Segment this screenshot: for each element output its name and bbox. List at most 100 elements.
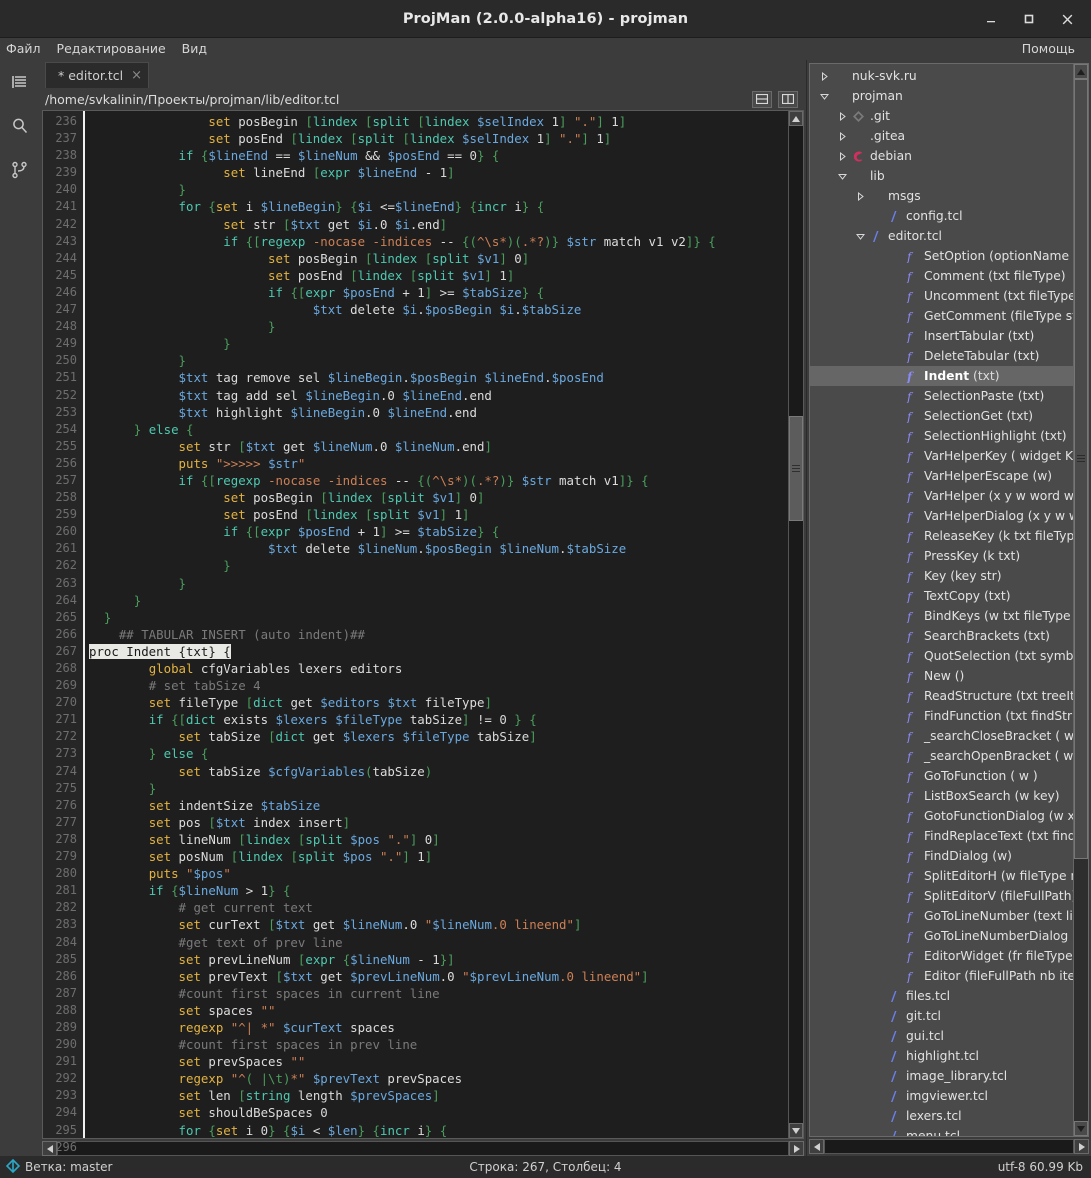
code-line[interactable]: }	[89, 592, 788, 609]
chevron-down-icon[interactable]	[834, 172, 850, 181]
tree-item[interactable]: f TextCopy (txt)	[810, 586, 1073, 606]
tree-item[interactable]: nuk-svk.ru	[810, 66, 1073, 86]
code-line[interactable]: set str [$txt get $lineNum.0 $lineNum.en…	[89, 438, 788, 455]
tree-item[interactable]: lib	[810, 166, 1073, 186]
chevron-right-icon[interactable]	[834, 151, 850, 161]
tree-item[interactable]: f Editor (fileFullPath nb itemName)	[810, 966, 1073, 986]
code-line[interactable]: }	[89, 352, 788, 369]
code-line[interactable]: #count first spaces in prev line	[89, 1036, 788, 1053]
tree-scroll-track[interactable]	[1074, 79, 1088, 1121]
tree-item[interactable]: f FindDialog (w)	[810, 846, 1073, 866]
code-line[interactable]: }	[89, 335, 788, 352]
chevron-down-icon[interactable]	[852, 232, 868, 241]
code-line[interactable]: set shouldBeSpaces 0	[89, 1104, 788, 1121]
code-line[interactable]: set posBegin [lindex [split $v1] 0]	[89, 489, 788, 506]
tree-horizontal-scrollbar[interactable]	[809, 1139, 1089, 1154]
code-line[interactable]: }	[89, 780, 788, 797]
code-line[interactable]: if {[regexp -nocase -indices -- {(^\s*)(…	[89, 472, 788, 489]
maximize-button[interactable]	[1011, 4, 1047, 34]
tree-item[interactable]: f New ()	[810, 666, 1073, 686]
code-line[interactable]: regexp "^( |\t)*" $prevText prevSpaces	[89, 1070, 788, 1087]
tree-item[interactable]: highlight.tcl	[810, 1046, 1073, 1066]
editor-hscroll-track[interactable]	[57, 1141, 789, 1156]
code-line[interactable]: } else {	[89, 745, 788, 762]
code-line[interactable]: set prevSpaces ""	[89, 1053, 788, 1070]
editor-scroll-track[interactable]	[789, 126, 803, 1123]
tree-item[interactable]: files.tcl	[810, 986, 1073, 1006]
tree-item[interactable]: f GoToLineNumberDialog (w)	[810, 926, 1073, 946]
tree-item[interactable]: f GetComment (fileType str)	[810, 306, 1073, 326]
git-branch-icon[interactable]	[8, 158, 32, 182]
code-line[interactable]: set lineEnd [expr $lineEnd - 1]	[89, 164, 788, 181]
code-line[interactable]: if {[dict exists $lexers $fileType tabSi…	[89, 711, 788, 728]
tree-item[interactable]: debian	[810, 146, 1073, 166]
chevron-right-icon[interactable]	[816, 71, 832, 81]
chevron-right-icon[interactable]	[834, 111, 850, 121]
scroll-right-arrow[interactable]	[789, 1141, 804, 1156]
code-line[interactable]: set lineNum [lindex [split $pos "."] 0]	[89, 831, 788, 848]
code-line[interactable]: puts ">>>>> $str"	[89, 455, 788, 472]
code-line[interactable]: #count first spaces in current line	[89, 985, 788, 1002]
tree-item[interactable]: lexers.tcl	[810, 1106, 1073, 1126]
code-line[interactable]: ## TABULAR INSERT (auto indent)##	[89, 626, 788, 643]
tree-item[interactable]: f SelectionPaste (txt)	[810, 386, 1073, 406]
code-line[interactable]: set tabSize [dict get $lexers $fileType …	[89, 728, 788, 745]
code-line[interactable]: set indentSize $tabSize	[89, 797, 788, 814]
code-line[interactable]: }	[89, 557, 788, 574]
tree-item[interactable]: f _searchOpenBracket ( widget o_br	[810, 746, 1073, 766]
tree-item[interactable]: f Uncomment (txt fileType)	[810, 286, 1073, 306]
tree-item[interactable]: f VarHelperKey ( widget K A )	[810, 446, 1073, 466]
tree-scroll-up-arrow[interactable]	[1074, 64, 1088, 79]
menu-help[interactable]: Помощь	[1014, 38, 1083, 60]
code-line[interactable]: }	[89, 575, 788, 592]
tree-item[interactable]: imgviewer.tcl	[810, 1086, 1073, 1106]
code-line[interactable]: set len [string length $prevSpaces]	[89, 1087, 788, 1104]
chevron-right-icon[interactable]	[834, 131, 850, 141]
code-line[interactable]: set posEnd [lindex [split $v1] 1]	[89, 506, 788, 523]
tree-item[interactable]: f DeleteTabular (txt)	[810, 346, 1073, 366]
tree-item[interactable]: f Comment (txt fileType)	[810, 266, 1073, 286]
split-vertical-icon[interactable]	[778, 90, 798, 108]
code-editor[interactable]: 236 237 238 239 240 241 242 243 244 245 246 247 248 2…	[42, 110, 804, 1171]
project-tree-list[interactable]: nuk-svk.ru projman .git .gitea debian lib msgs…	[810, 64, 1073, 1136]
code-line[interactable]: }	[89, 318, 788, 335]
code-line[interactable]: $txt tag add sel $lineBegin.0 $lineEnd.e…	[89, 387, 788, 404]
tree-item[interactable]: f BindKeys (w txt fileType nb)	[810, 606, 1073, 626]
menu-edit[interactable]: Редактирование	[49, 38, 174, 60]
tree-item[interactable]: f GotoFunctionDialog (w x y args)	[810, 806, 1073, 826]
tree-item[interactable]: f PressKey (k txt)	[810, 546, 1073, 566]
editor-scroll-thumb[interactable]	[789, 416, 803, 521]
editor-vertical-scrollbar[interactable]	[788, 111, 803, 1138]
code-line[interactable]: set posEnd [lindex [split [lindex $selIn…	[89, 130, 788, 147]
code-line[interactable]: }	[89, 181, 788, 198]
minimize-button[interactable]	[973, 4, 1009, 34]
editor-horizontal-scrollbar[interactable]	[42, 1141, 804, 1156]
tree-item[interactable]: f GoToLineNumber (text lineNumbe	[810, 906, 1073, 926]
code-line[interactable]: # get current text	[89, 899, 788, 916]
scroll-down-arrow[interactable]	[789, 1123, 803, 1138]
code-line[interactable]: } else {	[89, 421, 788, 438]
tree-item[interactable]: f SetOption (optionName value)	[810, 246, 1073, 266]
tree-scroll-down-arrow[interactable]	[1074, 1121, 1088, 1136]
code-line[interactable]: set fileType [dict get $editors $txt fil…	[89, 694, 788, 711]
code-line[interactable]: $txt delete $lineNum.$posBegin $lineNum.…	[89, 540, 788, 557]
code-line[interactable]: $txt delete $i.$posBegin $i.$tabSize	[89, 301, 788, 318]
tree-item[interactable]: f VarHelperDialog (x y w word finde	[810, 506, 1073, 526]
tree-item[interactable]: f SplitEditorH (w fileType nb)	[810, 866, 1073, 886]
tree-item[interactable]: f EditorWidget (fr fileType nb)	[810, 946, 1073, 966]
tree-item[interactable]: menu.tcl	[810, 1126, 1073, 1136]
search-icon[interactable]	[8, 114, 32, 138]
tree-item[interactable]: f SelectionHighlight (txt)	[810, 426, 1073, 446]
code-line[interactable]: set posNum [lindex [split $pos "."] 1]	[89, 848, 788, 865]
tree-item[interactable]: f ReleaseKey (k txt fileType)	[810, 526, 1073, 546]
menu-file[interactable]: Файл	[0, 38, 49, 60]
code-line[interactable]: if {[expr $posEnd + 1] >= $tabSize} {	[89, 284, 788, 301]
tree-vertical-scrollbar[interactable]	[1073, 64, 1088, 1136]
code-viewport[interactable]: set posBegin [lindex [split [lindex $sel…	[85, 111, 788, 1138]
chevron-right-icon[interactable]	[852, 191, 868, 201]
tree-scroll-right-arrow[interactable]	[1074, 1139, 1089, 1154]
tree-item[interactable]: f SearchBrackets (txt)	[810, 626, 1073, 646]
tree-item[interactable]: f Key (key str)	[810, 566, 1073, 586]
code-line[interactable]: set spaces ""	[89, 1002, 788, 1019]
tree-item[interactable]: f InsertTabular (txt)	[810, 326, 1073, 346]
